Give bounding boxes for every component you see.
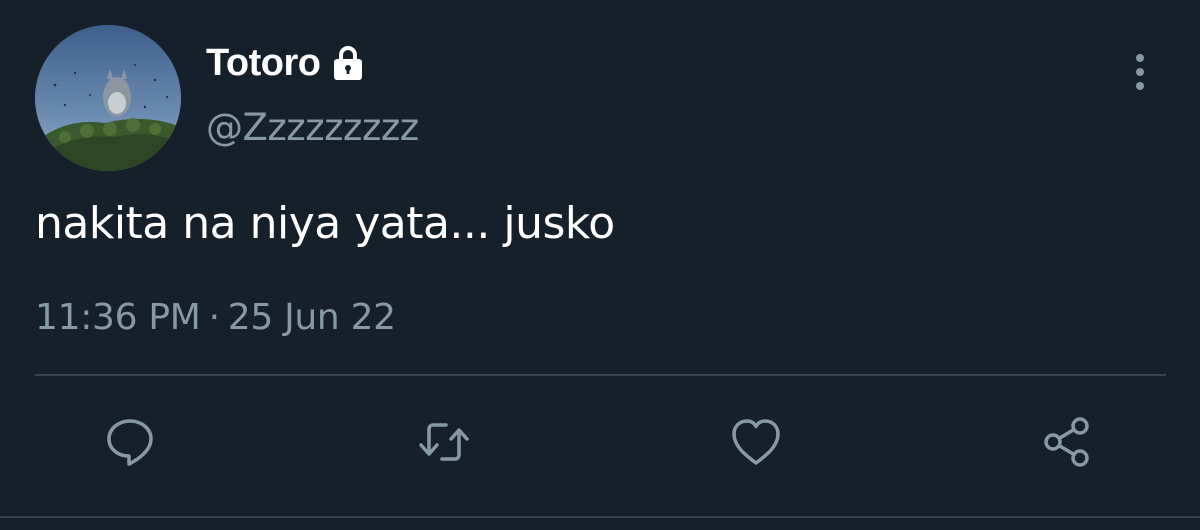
lock-icon bbox=[328, 43, 368, 83]
avatar[interactable] bbox=[35, 25, 181, 171]
retweet-button[interactable] bbox=[412, 410, 476, 474]
author-name-row[interactable]: Totoro bbox=[206, 38, 368, 88]
bottom-divider bbox=[0, 516, 1200, 518]
heart-icon bbox=[732, 419, 780, 465]
tweet-time: 11:36 PM bbox=[35, 297, 201, 338]
display-name[interactable]: Totoro bbox=[206, 42, 321, 85]
retweet-icon bbox=[419, 423, 469, 461]
share-button[interactable] bbox=[1035, 410, 1099, 474]
reply-button[interactable] bbox=[98, 410, 162, 474]
author-handle[interactable]: @Zzzzzzzzz bbox=[206, 106, 419, 149]
tweet-date: 25 Jun 22 bbox=[227, 297, 396, 338]
tweet-text: nakita na niya yata... jusko bbox=[35, 198, 615, 249]
reply-icon bbox=[107, 419, 153, 466]
share-icon bbox=[1044, 417, 1089, 467]
tweet-card: Totoro @Zzzzzzzzz nakita na niya yata...… bbox=[0, 0, 1200, 530]
tweet-timestamp[interactable]: 11:36 PM · 25 Jun 22 bbox=[35, 297, 396, 338]
divider bbox=[35, 374, 1166, 376]
more-vertical-icon bbox=[1136, 54, 1144, 90]
more-options-button[interactable] bbox=[1122, 50, 1158, 94]
meta-separator: · bbox=[208, 297, 220, 338]
like-button[interactable] bbox=[724, 410, 788, 474]
avatar-image bbox=[35, 25, 181, 171]
